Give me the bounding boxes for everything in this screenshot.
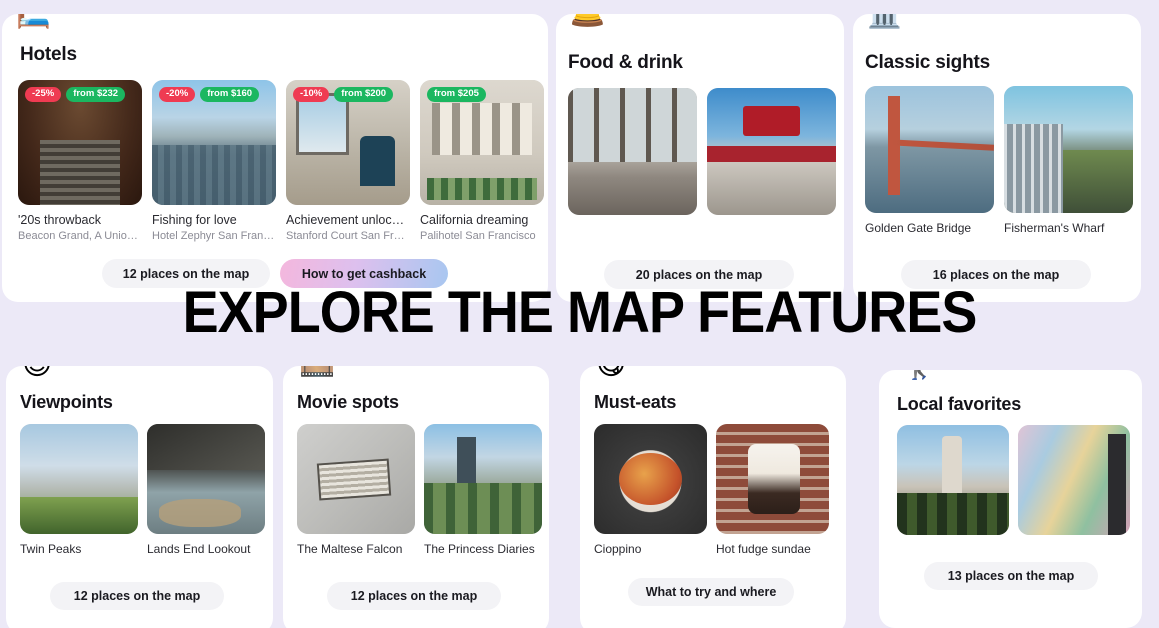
card-title-food-drink: Food & drink [568, 52, 683, 73]
thumbnail-row-must-eats: Cioppino Hot fudge sundae [594, 424, 829, 556]
thumb-caption: Lands End Lookout [147, 542, 251, 556]
thumb-eat-2[interactable]: Hot fudge sundae [716, 424, 829, 556]
card-title-must-eats: Must-eats [594, 392, 677, 412]
thumb-caption: California dreaming [420, 213, 529, 227]
thumb-caption: Fishing for love [152, 213, 237, 227]
card-local-favorites[interactable]: 🚶‍♀️ Local favorites 13 places on the ma… [879, 370, 1142, 628]
card-title-viewpoints: Viewpoints [20, 392, 113, 412]
bellhop-bell-emoji: 🛎️ [570, 14, 605, 28]
places-on-map-button[interactable]: 12 places on the map [50, 582, 224, 610]
badge-group: -25% from $232 [25, 87, 126, 103]
badge-group: -20% from $160 [159, 87, 260, 103]
thumb-caption: Hot fudge sundae [716, 542, 811, 556]
places-on-map-button[interactable]: 12 places on the map [327, 582, 501, 610]
pill-row-movie-spots: 12 places on the map [327, 582, 501, 610]
places-on-map-button[interactable]: 13 places on the map [924, 562, 1098, 590]
thumb-caption: The Maltese Falcon [297, 542, 403, 556]
thumb-caption: Cioppino [594, 542, 642, 556]
thumb-viewpoint-2[interactable]: Lands End Lookout [147, 424, 265, 556]
discount-badge: -10% [293, 87, 330, 103]
card-title-local-favorites: Local favorites [897, 394, 1022, 414]
card-food-drink[interactable]: 🛎️ Food & drink 20 places on the map [556, 14, 844, 302]
card-title-movie-spots: Movie spots [297, 392, 399, 412]
thumb-subcaption: Hotel Zephyr San Francisco [152, 230, 276, 242]
thumb-hotel-1[interactable]: -25% from $232 '20s throwback Beacon Gra… [18, 80, 142, 242]
thumb-caption: '20s throwback [18, 213, 101, 227]
thumb-local-1[interactable] [897, 425, 1009, 535]
thumb-hotel-4[interactable]: from $205 California dreaming Palihotel … [420, 80, 544, 242]
thumb-movie-2[interactable]: The Princess Diaries [424, 424, 542, 556]
price-badge: from $232 [66, 87, 126, 103]
thumbnail-row-hotels: -25% from $232 '20s throwback Beacon Gra… [18, 80, 544, 242]
thumb-food-2[interactable] [707, 88, 836, 215]
film-frames-emoji: 🎞️ [299, 366, 335, 379]
card-title-hotels: Hotels [20, 44, 77, 65]
bed-emoji: 🛏️ [16, 14, 51, 28]
card-title-classic-sights: Classic sights [865, 52, 990, 73]
thumb-caption: Twin Peaks [20, 542, 82, 556]
thumb-local-2[interactable] [1018, 425, 1130, 535]
what-to-try-button[interactable]: What to try and where [628, 578, 794, 606]
thumbnail-row-viewpoints: Twin Peaks Lands End Lookout [20, 424, 265, 556]
sunglasses-face-emoji: 😎 [22, 366, 52, 379]
thumb-eat-1[interactable]: Cioppino [594, 424, 707, 556]
woman-walking-emoji: 🚶‍♀️ [901, 370, 937, 379]
thumb-hotel-3[interactable]: -10% from $200 Achievement unlocked! Sta… [286, 80, 410, 242]
thumb-subcaption: Stanford Court San Franci... [286, 230, 410, 242]
discount-badge: -20% [159, 87, 196, 103]
thumbnail-row-local-favorites [897, 425, 1130, 535]
card-viewpoints[interactable]: 😎 Viewpoints Twin Peaks Lands End Lookou… [6, 366, 273, 628]
pill-row-viewpoints: 12 places on the map [50, 582, 224, 610]
thumb-movie-1[interactable]: The Maltese Falcon [297, 424, 415, 556]
pill-row-must-eats: What to try and where [628, 578, 794, 606]
thumb-subcaption: Beacon Grand, A Union S... [18, 230, 142, 242]
thumb-sight-2[interactable]: Fisherman's Wharf [1004, 86, 1133, 235]
price-badge: from $160 [200, 87, 260, 103]
thumb-caption: Golden Gate Bridge [865, 221, 972, 235]
price-badge: from $205 [427, 87, 486, 103]
card-classic-sights[interactable]: 🏛️ Classic sights Golden Gate Bridge Fis… [853, 14, 1141, 302]
classical-building-emoji: 🏛️ [867, 14, 902, 28]
thumb-food-1[interactable] [568, 88, 697, 215]
thumb-sight-1[interactable]: Golden Gate Bridge [865, 86, 994, 235]
card-movie-spots[interactable]: 🎞️ Movie spots The Maltese Falcon The Pr… [283, 366, 549, 628]
thumb-hotel-2[interactable]: -20% from $160 Fishing for love Hotel Ze… [152, 80, 276, 242]
thumbnail-row-movie-spots: The Maltese Falcon The Princess Diaries [297, 424, 542, 556]
thumbnail-row-food-drink [568, 88, 836, 215]
card-hotels[interactable]: 🛏️ Hotels -25% from $232 '20s throwback … [2, 14, 548, 302]
discount-badge: -25% [25, 87, 62, 103]
card-must-eats[interactable]: 😋 Must-eats Cioppino Hot fudge sundae Wh… [580, 366, 846, 628]
face-savoring-food-emoji: 😋 [596, 366, 626, 379]
price-badge: from $200 [334, 87, 394, 103]
thumb-subcaption: Palihotel San Francisco [420, 230, 536, 242]
poster-canvas: 🛏️ Hotels -25% from $232 '20s throwback … [0, 0, 1159, 628]
thumb-viewpoint-1[interactable]: Twin Peaks [20, 424, 138, 556]
thumbnail-row-classic-sights: Golden Gate Bridge Fisherman's Wharf [865, 86, 1133, 235]
pill-row-local-favorites: 13 places on the map [924, 562, 1098, 590]
thumb-caption: The Princess Diaries [424, 542, 535, 556]
thumb-caption: Achievement unlocked! [286, 213, 410, 227]
thumb-caption: Fisherman's Wharf [1004, 221, 1105, 235]
page-headline: EXPLORE THE MAP FEATURES [182, 280, 978, 345]
badge-group: -10% from $200 [293, 87, 394, 103]
badge-group: from $205 [427, 87, 486, 103]
